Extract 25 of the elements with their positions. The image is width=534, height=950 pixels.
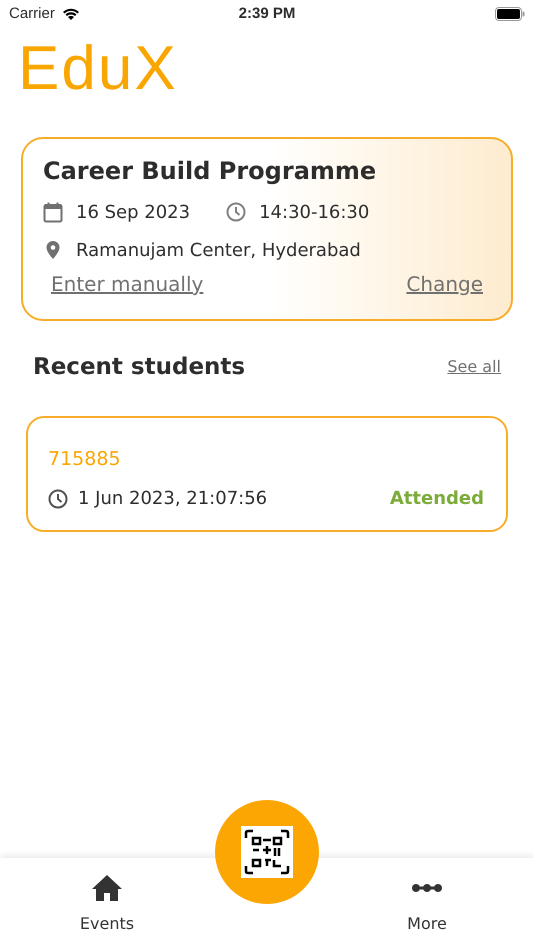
- student-card[interactable]: 715885 1 Jun 2023, 21:07:56 Attended: [26, 416, 508, 532]
- clock-icon: [48, 488, 68, 508]
- attendance-status: Attended: [390, 487, 484, 511]
- section-title: Recent students: [33, 352, 246, 382]
- see-all-link[interactable]: See all: [447, 355, 501, 379]
- carrier-label: Carrier: [9, 4, 55, 24]
- student-id: 715885: [48, 447, 122, 472]
- tab-item[interactable]: More: [377, 858, 477, 950]
- more-icon: [411, 883, 443, 893]
- app-logo: EduX: [18, 38, 178, 100]
- battery-icon: [494, 7, 525, 21]
- event-time: 14:30-16:30: [259, 200, 370, 224]
- attendance-time: 1 Jun 2023, 21:07:56: [78, 487, 268, 511]
- change-link[interactable]: Change: [406, 269, 483, 299]
- tab-item[interactable]: Events: [57, 858, 157, 950]
- wifi-icon: [60, 7, 81, 21]
- event-title: Career Build Programme: [43, 156, 378, 187]
- event-date: 16 Sep 2023: [76, 200, 190, 224]
- status-time: 2:39 PM: [238, 4, 296, 24]
- home-icon: [91, 874, 123, 902]
- clock-icon: [226, 202, 246, 222]
- qr-code-icon: [241, 826, 293, 878]
- event-location: Ramanujam Center, Hyderabad: [76, 238, 361, 262]
- calendar-icon: [43, 202, 63, 222]
- enter-manually-link[interactable]: Enter manually: [51, 269, 204, 299]
